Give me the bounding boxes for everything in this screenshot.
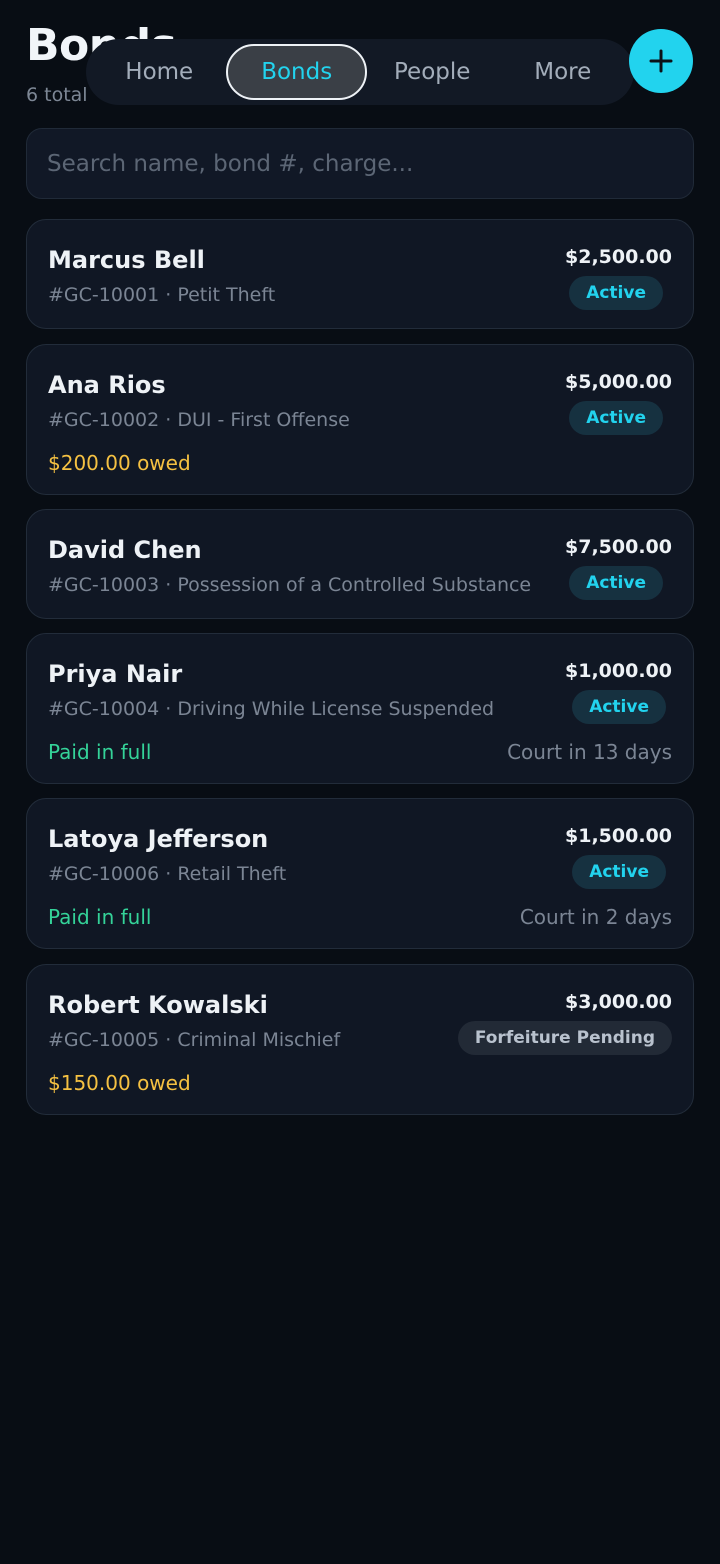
bond-card[interactable]: Robert Kowalski #GC-10005 · Criminal Mis… xyxy=(26,964,694,1115)
defendant-name: Marcus Bell xyxy=(48,246,205,274)
bond-number-charge: #GC-10002 · DUI - First Offense xyxy=(48,409,350,431)
bond-card[interactable]: Latoya Jefferson #GC-10006 · Retail Thef… xyxy=(26,798,694,949)
balance-owed: $150.00 owed xyxy=(48,1071,191,1095)
bond-number-charge: #GC-10005 · Criminal Mischief xyxy=(48,1029,341,1051)
status-badge: Active xyxy=(569,401,663,435)
bond-amount: $3,000.00 xyxy=(565,991,672,1013)
bond-number-charge: #GC-10003 · Possession of a Controlled S… xyxy=(48,574,532,596)
bond-amount: $1,500.00 xyxy=(565,825,672,847)
add-bond-button[interactable] xyxy=(629,29,693,93)
bond-card[interactable]: Priya Nair #GC-10004 · Driving While Lic… xyxy=(26,633,694,784)
bond-card[interactable]: Marcus Bell #GC-10001 · Petit Theft $2,5… xyxy=(26,219,694,329)
tab-bonds[interactable]: Bonds xyxy=(226,44,367,100)
bond-number-charge: #GC-10001 · Petit Theft xyxy=(48,284,276,306)
top-nav: Home Bonds People More xyxy=(86,39,634,105)
tab-more[interactable]: More xyxy=(497,44,628,100)
status-badge: Forfeiture Pending xyxy=(457,1021,672,1055)
tab-home[interactable]: Home xyxy=(92,44,226,100)
bond-number-charge: #GC-10006 · Retail Theft xyxy=(48,863,287,885)
defendant-name: Priya Nair xyxy=(48,660,183,688)
defendant-name: Robert Kowalski xyxy=(48,991,268,1019)
status-badge: Active xyxy=(569,276,663,310)
defendant-name: Latoya Jefferson xyxy=(48,825,269,853)
defendant-name: Ana Rios xyxy=(48,371,166,399)
search-bar xyxy=(26,128,694,199)
bond-amount: $1,000.00 xyxy=(565,660,672,682)
bond-number-charge: #GC-10004 · Driving While License Suspen… xyxy=(48,698,495,720)
bond-card[interactable]: Ana Rios #GC-10002 · DUI - First Offense… xyxy=(26,344,694,495)
bonds-screen: Bonds 6 total Home Bonds People More Mar… xyxy=(0,0,720,1564)
status-badge: Active xyxy=(572,690,666,724)
bond-amount: $2,500.00 xyxy=(565,246,672,268)
bond-card[interactable]: David Chen #GC-10003 · Possession of a C… xyxy=(26,509,694,619)
court-date: Court in 2 days xyxy=(519,905,672,929)
balance-paid: Paid in full xyxy=(48,905,152,929)
plus-icon xyxy=(649,49,673,73)
status-badge: Active xyxy=(572,855,666,889)
defendant-name: David Chen xyxy=(48,536,202,564)
status-badge: Active xyxy=(569,566,663,600)
balance-paid: Paid in full xyxy=(48,740,152,764)
tab-people[interactable]: People xyxy=(367,44,498,100)
balance-owed: $200.00 owed xyxy=(48,451,191,475)
bond-count: 6 total xyxy=(26,84,88,106)
search-input[interactable] xyxy=(47,150,673,177)
bond-amount: $7,500.00 xyxy=(565,536,672,558)
court-date: Court in 13 days xyxy=(507,740,672,764)
bond-amount: $5,000.00 xyxy=(565,371,672,393)
